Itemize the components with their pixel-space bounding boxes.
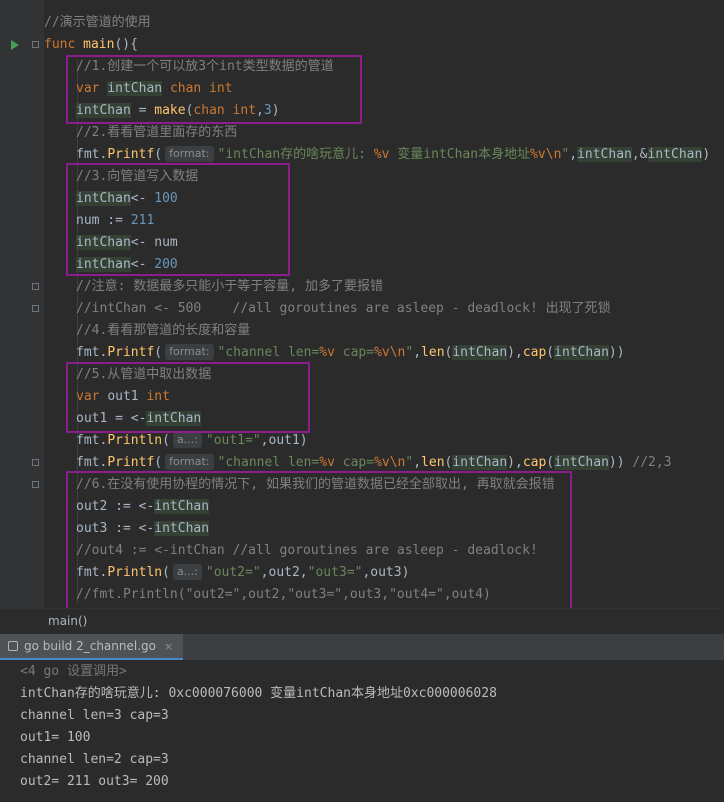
console-gutter: [0, 660, 14, 802]
code-line: //6.在没有使用协程的情况下, 如果我们的管道数据已经全部取出, 再取就会报错: [76, 477, 555, 492]
go-file-icon: [8, 641, 18, 651]
code-line: //2.看看管道里面存的东西: [76, 125, 238, 140]
code-line: fmt.Printf(format: "intChan存的啥玩意儿: %v 变量i…: [76, 146, 711, 162]
console-line: <4 go 设置调用>: [20, 664, 127, 679]
breadcrumb-bar: main(): [0, 608, 724, 635]
code-line: //1.创建一个可以放3个int类型数据的管道: [76, 59, 334, 74]
console-output[interactable]: <4 go 设置调用> intChan存的啥玩意儿: 0xc000076000 …: [0, 660, 724, 802]
console-line: channel len=2 cap=3: [20, 752, 169, 767]
code-line: func main(){: [44, 37, 138, 52]
code-line: fmt.Printf(format: "channel len=%v cap=%v…: [76, 454, 672, 470]
fold-icon[interactable]: [32, 459, 39, 466]
code-line: //fmt.Println("out2=",out2,"out3=",out3,…: [76, 587, 491, 602]
breadcrumb[interactable]: main(): [48, 614, 87, 628]
code-line: var intChan chan int: [76, 81, 233, 96]
code-line: fmt.Printf(format: "channel len=%v cap=%v…: [76, 344, 625, 360]
fold-icon[interactable]: [32, 305, 39, 312]
fold-icon[interactable]: [32, 41, 39, 48]
code-line: out2 := <-intChan: [76, 499, 210, 514]
code-line: //5.从管道中取出数据: [76, 367, 212, 382]
code-line: intChan<- 200: [76, 257, 178, 272]
code-line: intChan<- 100: [76, 191, 178, 206]
code-line: out3 := <-intChan: [76, 521, 210, 536]
editor-gutter: [0, 0, 44, 608]
code-line: //4.看看那管道的长度和容量: [76, 323, 251, 338]
code-line: //3.向管道写入数据: [76, 169, 199, 184]
code-line: //演示管道的使用: [44, 15, 151, 30]
close-icon[interactable]: ×: [164, 640, 173, 653]
code-line: intChan = make(chan int,3): [76, 103, 280, 118]
run-tab-label: go build 2_channel.go: [24, 639, 156, 653]
code-line: var out1 int: [76, 389, 170, 404]
console-line: out1= 100: [20, 730, 91, 745]
run-toolbar: go build 2_channel.go ×: [0, 634, 724, 661]
code-line: //out4 := <-intChan //all goroutines are…: [76, 543, 538, 558]
code-line: out1 = <-intChan: [76, 411, 202, 426]
run-tab[interactable]: go build 2_channel.go ×: [0, 634, 184, 660]
code-line: num := 211: [76, 213, 155, 228]
fold-icon[interactable]: [32, 481, 39, 488]
code-line: //注意: 数据最多只能小于等于容量, 加多了要报错: [76, 279, 383, 294]
code-editor[interactable]: //演示管道的使用 func main(){ //1.创建一个可以放3个int类…: [44, 0, 724, 608]
code-line: //intChan <- 500 //all goroutines are as…: [76, 301, 611, 316]
console-line: channel len=3 cap=3: [20, 708, 169, 723]
code-line: intChan<- num: [76, 235, 178, 250]
console-line: intChan存的啥玩意儿: 0xc000076000 变量intChan本身地…: [20, 686, 497, 701]
run-icon[interactable]: [11, 40, 19, 50]
code-line: fmt.Println(a...: "out2=",out2,"out3=",ou…: [76, 564, 410, 580]
console-line: out2= 211 out3= 200: [20, 774, 169, 789]
code-line: fmt.Println(a...: "out1=",out1): [76, 432, 308, 448]
fold-icon[interactable]: [32, 283, 39, 290]
